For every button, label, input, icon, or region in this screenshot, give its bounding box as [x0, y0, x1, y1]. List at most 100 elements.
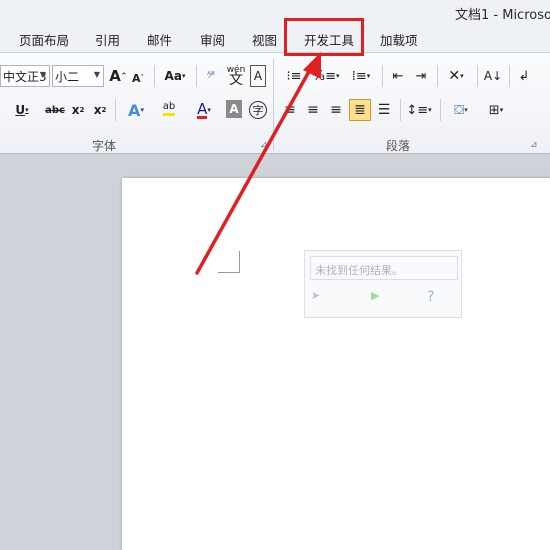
font-color-icon: A	[197, 99, 208, 119]
strikethrough-button[interactable]: abc	[43, 99, 67, 121]
paint-bucket-icon: ⛋	[454, 102, 465, 118]
phonetic-guide-button[interactable]: wén 文	[225, 61, 247, 89]
divider	[382, 65, 383, 87]
tab-mailings[interactable]: 邮件	[147, 30, 172, 49]
divider	[477, 65, 478, 87]
grow-font-icon: A	[109, 67, 121, 85]
eraser-icon: ᴬᴮ̸	[207, 71, 215, 81]
divider	[154, 65, 155, 87]
char-shading-button[interactable]: A	[226, 100, 242, 118]
subscript-icon: x	[71, 103, 80, 117]
char-border-icon: A	[253, 69, 263, 83]
ribbon-tabs: 页面布局 引用 邮件 审阅 视图 开发工具 加载项	[0, 24, 550, 52]
distributed-button[interactable]: ☰	[374, 99, 394, 121]
outdent-icon: ⇤	[392, 68, 404, 84]
enclose-char-button[interactable]: 字	[248, 99, 268, 121]
highlight-button[interactable]: ab	[153, 97, 185, 119]
divider	[115, 99, 116, 121]
shrink-font-icon: A	[131, 71, 141, 85]
highlighter-icon: ab	[162, 101, 176, 116]
divider	[196, 65, 197, 87]
bullets-button[interactable]: ⁝≡	[281, 65, 307, 87]
underline-button[interactable]: U ▾	[10, 99, 34, 121]
tab-review[interactable]: 审阅	[200, 30, 225, 49]
change-case-icon: Aa	[164, 69, 182, 83]
tab-add-ins[interactable]: 加载项	[380, 30, 418, 49]
distributed-icon: ☰	[377, 102, 391, 118]
enclose-char-icon: 字	[249, 101, 267, 119]
numbering-button[interactable]: ⅓≡ ▾	[311, 65, 341, 87]
ribbon-home: 中文正3 ▼ 小二 ▼ A ^ Aˇ Aa ▾ ᴬᴮ̸ wén 文 A ⁝≡ ⅓≡ ▾ …	[0, 52, 550, 154]
align-right-button[interactable]: ≡	[326, 99, 346, 121]
align-left-icon: ≡	[284, 102, 296, 118]
align-right-icon: ≡	[330, 102, 342, 118]
show-marks-button[interactable]: ↲	[515, 65, 533, 87]
paragraph-group-label: 段落	[386, 139, 411, 153]
divider	[400, 99, 401, 121]
change-case-button[interactable]: Aa ▾	[161, 65, 189, 87]
paragraph-dialog-launcher-icon[interactable]: ⊿	[530, 140, 538, 150]
font-color-button[interactable]: A ▾	[190, 99, 218, 121]
sort-az-icon: A↓	[483, 69, 503, 83]
font-size-value: 小二	[55, 69, 80, 84]
text-effects-button[interactable]: A ▾	[122, 99, 150, 121]
justify-icon: ≣	[354, 102, 366, 118]
window-title: 文档1 - Microso	[455, 8, 550, 23]
clear-formatting-button[interactable]: ᴬᴮ̸	[201, 65, 221, 87]
shading-button[interactable]: ⛋ ▾	[446, 99, 476, 121]
divider	[509, 65, 510, 87]
document-page[interactable]: 未找到任何结果。 ➤ ▶ ?	[122, 178, 550, 550]
font-size-combo[interactable]: 小二 ▼	[52, 65, 104, 87]
char-shading-icon: A	[229, 102, 239, 116]
search-popup: 未找到任何结果。 ➤ ▶ ?	[304, 250, 462, 318]
decrease-indent-button[interactable]: ⇤	[388, 65, 408, 87]
line-spacing-button[interactable]: ↕≡ ▾	[405, 99, 433, 121]
numbered-list-icon: ⅓≡	[312, 68, 336, 84]
indent-icon: ⇥	[415, 68, 427, 84]
play-icon: ▶	[371, 289, 380, 302]
sort-button[interactable]: A↓	[483, 65, 503, 87]
tab-references[interactable]: 引用	[95, 30, 120, 49]
popup-message: 未找到任何结果。	[310, 256, 458, 280]
line-spacing-icon: ↕≡	[406, 102, 429, 118]
chinese-layout-button[interactable]: ✕ ▾	[442, 65, 470, 87]
phonetic-char-icon: 文	[229, 72, 243, 88]
title-bar: 文档1 - Microso	[0, 0, 550, 24]
margin-corner-mark	[218, 251, 240, 273]
align-center-icon: ≡	[307, 102, 319, 118]
font-group-label: 字体	[92, 139, 117, 153]
chinese-layout-icon: ✕	[448, 68, 461, 84]
text-effects-icon: A	[128, 100, 141, 120]
subscript-button[interactable]: x2	[70, 99, 86, 121]
underline-icon: U	[15, 103, 26, 117]
justify-button[interactable]: ≣	[349, 99, 371, 121]
align-center-button[interactable]: ≡	[303, 99, 323, 121]
developer-tab-highlight	[284, 18, 364, 56]
border-icon: ⊞	[488, 102, 500, 118]
superscript-icon: x	[93, 103, 102, 117]
font-dialog-launcher-icon[interactable]: ⊿	[260, 140, 268, 150]
arrow-icon: ➤	[311, 289, 321, 302]
document-area: 未找到任何结果。 ➤ ▶ ?	[0, 155, 550, 550]
superscript-button[interactable]: x2	[92, 99, 108, 121]
grow-font-button[interactable]: A ^	[109, 65, 127, 87]
strikethrough-icon: abc	[45, 104, 65, 116]
tab-view[interactable]: 视图	[252, 30, 277, 49]
multilevel-list-icon: ⁞≡	[351, 68, 367, 84]
divider	[440, 99, 441, 121]
char-border-button[interactable]: A	[250, 65, 266, 87]
chevron-down-icon: ▼	[93, 70, 100, 79]
align-left-button[interactable]: ≡	[280, 99, 300, 121]
borders-button[interactable]: ⊞ ▾	[481, 99, 511, 121]
font-name-combo[interactable]: 中文正3 ▼	[0, 65, 50, 87]
pilcrow-icon: ↲	[518, 68, 530, 84]
increase-indent-button[interactable]: ⇥	[411, 65, 431, 87]
tab-page-layout[interactable]: 页面布局	[19, 30, 69, 49]
chevron-down-icon: ▼	[39, 70, 46, 79]
multilevel-list-button[interactable]: ⁞≡ ▾	[346, 65, 376, 87]
divider	[437, 65, 438, 87]
help-icon: ?	[427, 289, 435, 305]
bullet-list-icon: ⁝≡	[286, 68, 302, 84]
group-divider	[273, 59, 274, 151]
shrink-font-button[interactable]: Aˇ	[130, 67, 146, 89]
